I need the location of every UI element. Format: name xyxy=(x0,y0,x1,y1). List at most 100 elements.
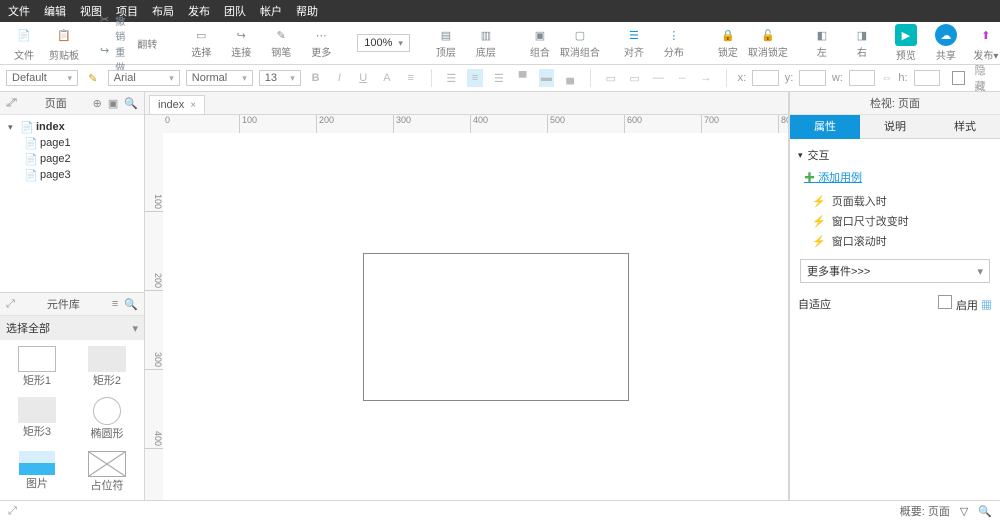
tab-style[interactable]: 样式 xyxy=(930,115,1000,139)
share-button[interactable]: ☁共享 xyxy=(928,22,964,64)
zoom-select[interactable]: 100% xyxy=(357,34,410,52)
add-page-icon[interactable]: ⊕ xyxy=(93,97,102,110)
select-tool[interactable]: ▭选择 xyxy=(183,25,219,61)
valign-bottom-icon[interactable]: ▄ xyxy=(562,69,578,87)
text-color-icon[interactable]: A xyxy=(379,69,395,87)
italic-icon[interactable]: I xyxy=(332,69,348,87)
publish-button[interactable]: ⬆发布▾ xyxy=(968,22,1000,64)
canvas-stage[interactable] xyxy=(163,133,788,500)
align-left-icon[interactable]: ☰ xyxy=(443,69,459,87)
outline-label[interactable]: 概要: 页面 xyxy=(900,503,950,519)
group-button[interactable]: ▣组合 xyxy=(522,25,558,61)
pages-panel-header: ⤢ 页面 ⊕▣🔍 xyxy=(0,92,144,115)
menu-team[interactable]: 团队 xyxy=(224,3,246,19)
menu-edit[interactable]: 编辑 xyxy=(44,3,66,19)
interactions-section[interactable]: ▾交互 xyxy=(798,147,992,163)
shape-ellipse[interactable]: 椭圆形 xyxy=(76,397,138,442)
event-page-load[interactable]: ⚡页面载入时 xyxy=(812,193,992,209)
link-wh-icon[interactable]: ⇔ xyxy=(881,72,892,84)
event-window-resize[interactable]: ⚡窗口尺寸改变时 xyxy=(812,213,992,229)
cut-icon[interactable]: ✂ xyxy=(100,13,109,43)
menu-icon[interactable]: ≡ xyxy=(112,298,118,311)
default-style-select[interactable]: Default xyxy=(6,70,78,86)
h-input[interactable] xyxy=(914,70,941,86)
menu-file[interactable]: 文件 xyxy=(8,3,30,19)
restore-button[interactable]: 翻转 xyxy=(129,34,165,53)
align-right-icon[interactable]: ☰ xyxy=(491,69,507,87)
pen-tool[interactable]: ✎钢笔 xyxy=(263,25,299,61)
search-icon[interactable]: 🔍 xyxy=(124,298,138,311)
tab-notes[interactable]: 说明 xyxy=(860,115,930,139)
align-button[interactable]: ☰对齐 xyxy=(616,25,652,61)
library-select-all[interactable]: 选择全部 xyxy=(0,316,144,340)
font-style-select[interactable]: Normal xyxy=(186,70,253,86)
filter-icon[interactable]: ▽ xyxy=(960,505,968,518)
canvas-rectangle-widget[interactable] xyxy=(363,253,629,401)
valign-middle-icon[interactable]: ▬ xyxy=(539,69,555,87)
canvas-viewport[interactable]: 0100200300400500600700800 100200300400 xyxy=(145,115,788,500)
close-tab-icon[interactable]: × xyxy=(190,100,196,111)
lock-button[interactable]: 🔒锁定 xyxy=(710,25,746,61)
send-bottom-button[interactable]: ▥底层 xyxy=(468,25,504,61)
search-icon[interactable]: 🔍 xyxy=(124,97,138,110)
link-tool[interactable]: ↪连接 xyxy=(223,25,259,61)
shape-rect3[interactable]: 矩形3 xyxy=(6,397,68,442)
tree-page1[interactable]: 📄page1 xyxy=(0,135,144,151)
x-input[interactable] xyxy=(752,70,779,86)
paint-bucket-icon[interactable]: ✎ xyxy=(85,69,101,87)
fill-color-icon[interactable]: ▭ xyxy=(603,69,619,87)
tree-page3[interactable]: 📄page3 xyxy=(0,167,144,183)
inspect-title: 检视: 页面 xyxy=(870,95,920,111)
unlock-button[interactable]: 🔓取消锁定 xyxy=(750,25,786,61)
y-input[interactable] xyxy=(799,70,826,86)
status-collapse-icon[interactable]: ⤢ xyxy=(8,505,17,518)
ungroup-button[interactable]: ▢取消组合 xyxy=(562,25,598,61)
shape-rect2[interactable]: 矩形2 xyxy=(76,346,138,389)
add-folder-icon[interactable]: ▣ xyxy=(108,97,118,110)
valign-top-icon[interactable]: ▀ xyxy=(515,69,531,87)
enable-checkbox[interactable] xyxy=(938,295,952,309)
menu-help[interactable]: 帮助 xyxy=(296,3,318,19)
line-width-icon[interactable]: — xyxy=(650,69,666,87)
collapse-icon[interactable]: ⤢ xyxy=(8,97,17,110)
w-input[interactable] xyxy=(849,70,876,86)
more-events-select[interactable]: 更多事件>>> xyxy=(800,259,990,283)
align-center-icon[interactable]: ≡ xyxy=(467,69,483,87)
font-family-select[interactable]: Arial xyxy=(108,70,180,86)
shape-placeholder[interactable]: 占位符 xyxy=(76,451,138,494)
menu-view[interactable]: 视图 xyxy=(80,3,102,19)
menu-publish[interactable]: 发布 xyxy=(188,3,210,19)
dock-right-button[interactable]: ◨右 xyxy=(844,25,880,61)
clipboard-button[interactable]: 📋剪贴板 xyxy=(46,22,82,64)
redo-label[interactable]: 重做 xyxy=(115,44,125,74)
undo-label[interactable]: 撤销 xyxy=(115,13,125,43)
menu-account[interactable]: 帐户 xyxy=(260,3,282,19)
redo-icon[interactable]: ↪ xyxy=(100,44,109,74)
tab-index[interactable]: index× xyxy=(149,95,205,114)
file-new-button[interactable]: 📄文件 xyxy=(6,22,42,64)
bold-icon[interactable]: B xyxy=(308,69,324,87)
search-icon[interactable]: 🔍 xyxy=(978,505,992,518)
menu-layout[interactable]: 布局 xyxy=(152,3,174,19)
event-window-scroll[interactable]: ⚡窗口滚动时 xyxy=(812,233,992,249)
bring-top-button[interactable]: ▤顶层 xyxy=(428,25,464,61)
tree-page2[interactable]: 📄page2 xyxy=(0,151,144,167)
border-color-icon[interactable]: ▭ xyxy=(627,69,643,87)
shape-rect1[interactable]: 矩形1 xyxy=(6,346,68,389)
collapse-icon[interactable]: ⤢ xyxy=(6,298,15,311)
bullets-icon[interactable]: ≡ xyxy=(403,69,419,87)
add-case-link[interactable]: ✚ 添加用例 xyxy=(804,169,992,185)
tab-properties[interactable]: 属性 xyxy=(790,115,860,139)
line-style-icon[interactable]: ┄ xyxy=(674,69,690,87)
shape-image[interactable]: 图片 xyxy=(6,451,68,494)
dock-left-button[interactable]: ◧左 xyxy=(804,25,840,61)
preview-button[interactable]: ▶预览 xyxy=(888,22,924,64)
hide-checkbox[interactable] xyxy=(952,71,965,85)
tree-root-index[interactable]: ▾📄index xyxy=(0,119,144,135)
distribute-button[interactable]: ⋮分布 xyxy=(656,25,692,61)
font-size-select[interactable]: 13 xyxy=(259,70,301,86)
arrow-icon[interactable]: → xyxy=(698,69,714,87)
more-tools[interactable]: ⋯更多 xyxy=(303,25,339,61)
underline-icon[interactable]: U xyxy=(355,69,371,87)
adaptive-settings-icon[interactable]: ▦ xyxy=(981,300,992,312)
